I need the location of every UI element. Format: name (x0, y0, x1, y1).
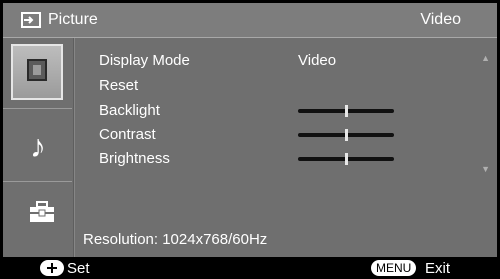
menu-item-display-mode[interactable]: Display Mode (99, 51, 190, 71)
menu-item-reset[interactable]: Reset (99, 76, 138, 96)
help-bar: Set MENU Exit (3, 258, 497, 279)
sidebar-item-picture[interactable] (11, 44, 63, 100)
menu-item-brightness[interactable]: Brightness (99, 149, 170, 169)
menu-item-contrast[interactable]: Contrast (99, 125, 156, 145)
input-source-icon (21, 12, 41, 28)
slider-knob[interactable] (344, 105, 348, 117)
sidebar: ♪ (3, 38, 72, 257)
resolution-info: Resolution: 1024x768/60Hz (83, 231, 268, 248)
sidebar-item-setup[interactable] (3, 182, 72, 252)
osd-frame: Picture Video ♪ Display Mode Video Reset… (0, 0, 500, 279)
menu-title: Picture (48, 11, 98, 28)
sidebar-edge (73, 38, 75, 257)
title-bar: Picture Video (3, 3, 497, 38)
set-label: Set (67, 260, 90, 277)
menu-panel: ♪ Display Mode Video Reset Backlight Con… (3, 38, 497, 257)
menu-item-backlight[interactable]: Backlight (99, 101, 160, 121)
exit-label: Exit (425, 260, 451, 277)
contrast-slider[interactable] (298, 129, 394, 141)
slider-knob[interactable] (344, 153, 348, 165)
dpad-icon (40, 260, 64, 276)
scroll-down-icon[interactable]: ▼ (481, 164, 490, 174)
toolbox-icon (30, 201, 54, 222)
backlight-slider[interactable] (298, 105, 394, 117)
display-mode-value: Video (298, 52, 337, 69)
current-mode: Video (420, 11, 461, 28)
music-note-icon: ♪ (30, 128, 46, 164)
picture-icon (27, 59, 47, 81)
slider-knob[interactable] (344, 129, 348, 141)
scroll-up-icon[interactable]: ▲ (481, 53, 490, 63)
menu-button-icon: MENU (371, 260, 417, 276)
sidebar-item-sound[interactable]: ♪ (3, 109, 72, 179)
brightness-slider[interactable] (298, 153, 394, 165)
